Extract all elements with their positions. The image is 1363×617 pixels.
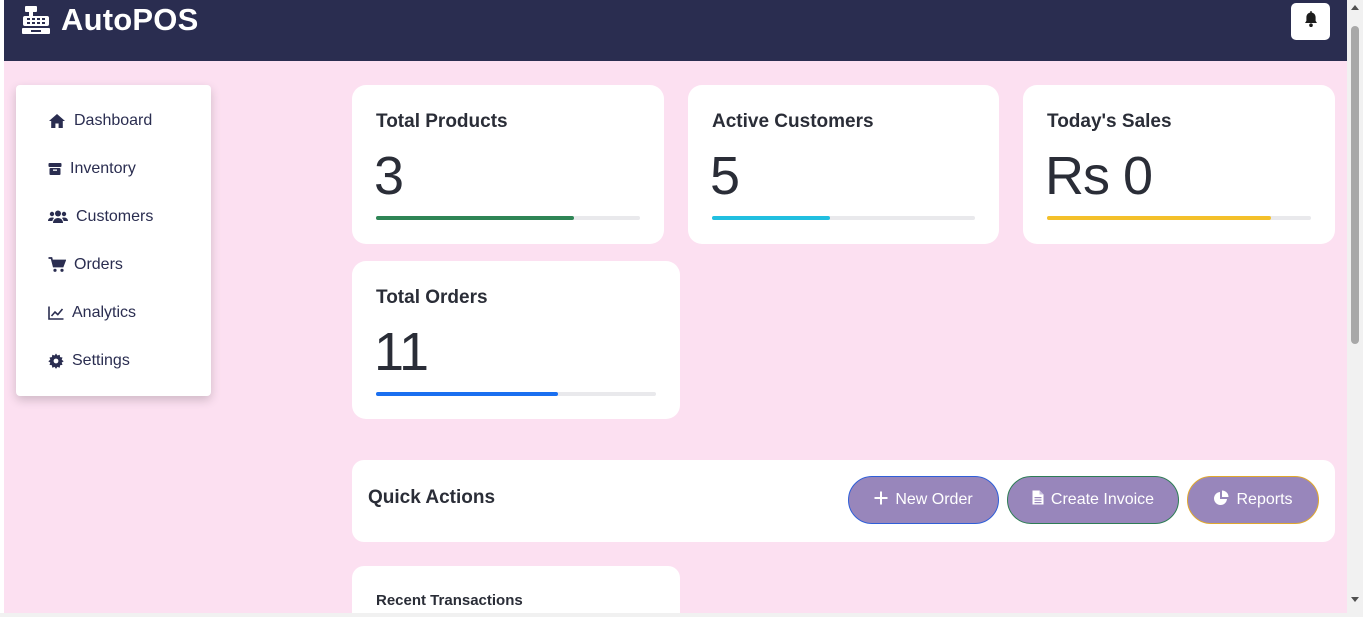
create-invoice-button[interactable]: Create Invoice bbox=[1007, 476, 1179, 524]
sidebar-item-dashboard[interactable]: Dashboard bbox=[48, 109, 152, 133]
stat-title: Today's Sales bbox=[1047, 111, 1172, 132]
document-icon bbox=[1032, 490, 1051, 510]
top-navbar: AutoPOS bbox=[4, 0, 1347, 61]
stat-title: Total Orders bbox=[376, 287, 488, 308]
sidebar-item-settings[interactable]: Settings bbox=[48, 349, 130, 373]
plus-icon bbox=[874, 491, 895, 510]
sidebar-item-label: Customers bbox=[76, 208, 154, 225]
reports-button[interactable]: Reports bbox=[1187, 476, 1319, 524]
sidebar-item-inventory[interactable]: Inventory bbox=[48, 157, 136, 181]
bell-icon bbox=[1303, 10, 1319, 33]
sidebar-item-customers[interactable]: Customers bbox=[48, 205, 153, 229]
stat-card-todays-sales: Today's Sales Rs 0 bbox=[1023, 85, 1335, 244]
page-scrollbar[interactable] bbox=[1347, 0, 1363, 617]
stat-progress-fill bbox=[1047, 216, 1272, 220]
stat-progress-track bbox=[712, 216, 975, 220]
sidebar: Dashboard Inventory Customers Orders Ana… bbox=[16, 85, 211, 396]
scroll-up-arrow-icon[interactable] bbox=[1351, 5, 1359, 10]
sidebar-item-orders[interactable]: Orders bbox=[48, 253, 123, 277]
stat-card-total-products: Total Products 3 bbox=[352, 85, 664, 244]
stat-title: Total Products bbox=[376, 111, 508, 132]
stat-card-active-customers: Active Customers 5 bbox=[688, 85, 999, 244]
scrollbar-thumb[interactable] bbox=[1351, 26, 1359, 344]
stat-progress-fill bbox=[712, 216, 831, 220]
app-frame: AutoPOS Dashboard Inventory Customers Or… bbox=[4, 0, 1347, 613]
gear-icon bbox=[48, 352, 64, 370]
window-bottom-edge bbox=[0, 613, 1347, 617]
sidebar-item-label: Settings bbox=[72, 352, 130, 369]
stat-progress-track bbox=[376, 392, 656, 396]
sidebar-item-label: Analytics bbox=[72, 304, 137, 321]
scroll-down-arrow-icon[interactable] bbox=[1351, 597, 1359, 602]
recent-transactions-panel: Recent Transactions bbox=[352, 566, 680, 613]
pie-chart-icon bbox=[1213, 490, 1236, 511]
quick-actions-title: Quick Actions bbox=[368, 487, 496, 508]
users-icon bbox=[48, 208, 68, 226]
stat-value: 11 bbox=[374, 322, 429, 382]
app-title: AutoPOS bbox=[61, 2, 199, 37]
sidebar-item-label: Inventory bbox=[70, 160, 136, 177]
stat-progress-fill bbox=[376, 216, 574, 220]
quick-actions-panel: Quick Actions New Order Create Invoice R… bbox=[352, 460, 1335, 542]
cash-register-icon bbox=[20, 4, 52, 36]
stat-card-total-orders: Total Orders 11 bbox=[352, 261, 680, 419]
stat-progress-track bbox=[1047, 216, 1311, 220]
notifications-button[interactable] bbox=[1291, 3, 1330, 40]
brand[interactable]: AutoPOS bbox=[20, 1, 198, 39]
reports-label: Reports bbox=[1236, 491, 1293, 508]
new-order-button[interactable]: New Order bbox=[848, 476, 999, 524]
stat-progress-track bbox=[376, 216, 640, 220]
stat-title: Active Customers bbox=[712, 111, 874, 132]
sidebar-item-label: Dashboard bbox=[74, 112, 153, 129]
box-icon bbox=[48, 160, 62, 178]
stat-value: 3 bbox=[374, 146, 404, 206]
line-chart-icon bbox=[48, 304, 64, 322]
sidebar-item-analytics[interactable]: Analytics bbox=[48, 301, 136, 325]
sidebar-item-label: Orders bbox=[74, 256, 123, 273]
create-invoice-label: Create Invoice bbox=[1050, 491, 1155, 508]
stat-progress-fill bbox=[376, 392, 558, 396]
stat-value: 5 bbox=[710, 146, 740, 206]
cart-icon bbox=[48, 256, 66, 274]
home-icon bbox=[48, 112, 66, 130]
new-order-label: New Order bbox=[895, 491, 973, 508]
recent-transactions-title: Recent Transactions bbox=[376, 592, 523, 609]
stat-value: Rs 0 bbox=[1045, 146, 1153, 206]
